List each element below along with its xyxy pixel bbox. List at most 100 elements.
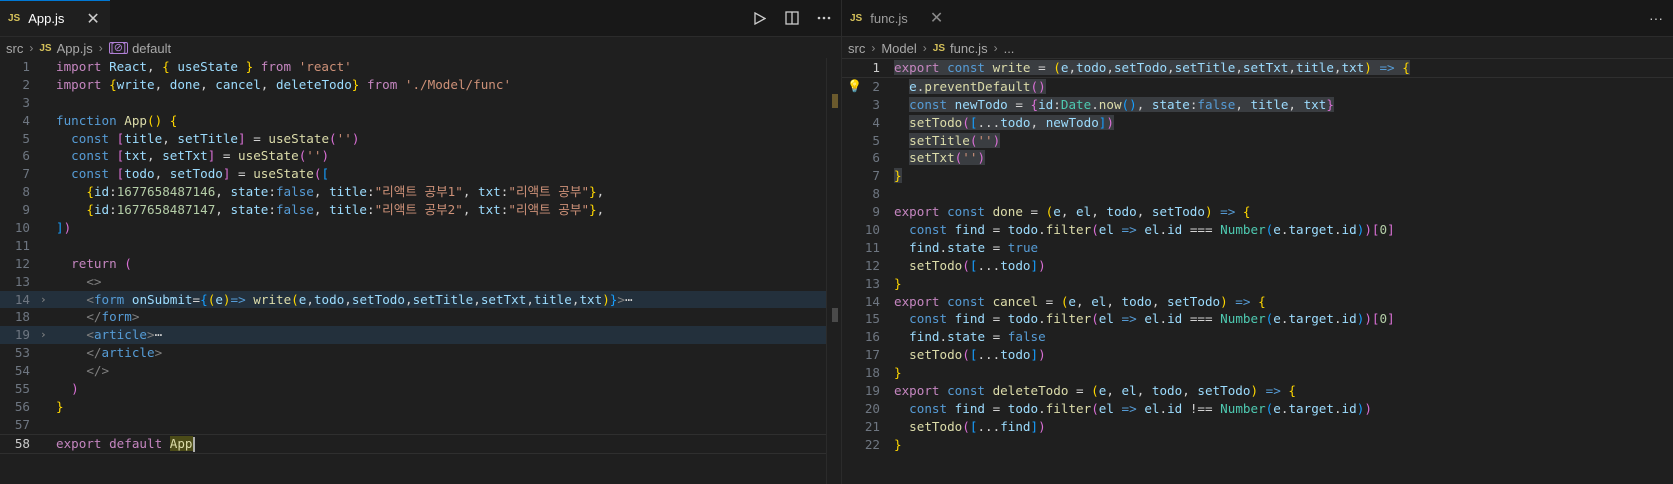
line-number: 12	[14, 255, 30, 271]
code-line[interactable]: 10 const find = todo.filter(el => el.id …	[842, 221, 1673, 239]
breadcrumb-item[interactable]: default	[132, 41, 171, 56]
code-line[interactable]: 14 export const cancel = (e, el, todo, se…	[842, 293, 1673, 311]
code-text: function App() {	[56, 112, 177, 130]
code-token: from	[359, 76, 405, 92]
code-line[interactable]: 2 import {write, done, cancel, deleteTodo…	[0, 76, 841, 94]
code-line[interactable]: 19 › <article>⋯	[0, 326, 841, 345]
close-tab-icon[interactable]: ✕	[930, 8, 943, 28]
code-token: title	[1250, 96, 1289, 112]
code-line[interactable]: 1 import React, { useState } from 'react'	[0, 58, 841, 76]
code-token: write	[253, 291, 292, 307]
code-line[interactable]: 4 setTodo([...todo, newTodo])	[842, 114, 1673, 132]
code-line[interactable]: 5 const [title, setTitle] = useState('')	[0, 130, 841, 148]
code-token: {	[200, 291, 208, 307]
code-line[interactable]: 15 const find = todo.filter(el => el.id …	[842, 310, 1673, 328]
code-token: ,	[1288, 96, 1304, 112]
code-text: const [todo, setTodo] = useState([	[56, 165, 329, 183]
code-token: write	[992, 60, 1031, 75]
line-number: 55	[14, 381, 30, 397]
code-line[interactable]: 57	[0, 416, 841, 434]
code-line[interactable]: 56}	[0, 398, 841, 416]
code-line[interactable]: 7 const [todo, setTodo] = useState([	[0, 165, 841, 183]
code-token: )	[1364, 400, 1372, 416]
code-token: id	[1167, 222, 1183, 238]
code-line[interactable]: 14 › <form onSubmit={(e)=> write(e,todo,s…	[0, 290, 841, 309]
code-line[interactable]: 11	[0, 237, 841, 255]
code-line[interactable]: 17 setTodo([...todo])	[842, 346, 1673, 364]
code-line[interactable]: 11 find.state = true	[842, 239, 1673, 257]
code-line[interactable]: 13}	[842, 275, 1673, 293]
lightbulb-icon[interactable]: 💡	[847, 78, 862, 96]
code-token: ()	[1121, 96, 1137, 112]
code-line[interactable]: 9 {id:1677658487147, state:false, title:…	[0, 201, 841, 219]
breadcrumb-item[interactable]: func.js	[950, 41, 988, 56]
code-text: export const cancel = (e, el, todo, setT…	[894, 293, 1266, 311]
breadcrumb-item[interactable]: src	[848, 41, 865, 56]
more-actions-icon[interactable]: ···	[1647, 9, 1665, 27]
close-tab-icon[interactable]: ✕	[86, 9, 99, 29]
code-token: ,	[1076, 293, 1092, 309]
code-token: id	[93, 184, 110, 200]
code-token: now	[1098, 96, 1122, 112]
code-line[interactable]: 3 const newTodo = {id:Date.now(), state:…	[842, 96, 1673, 114]
tab-app-js[interactable]: JS App.js ✕	[0, 0, 110, 36]
code-token: setTxt	[909, 150, 955, 166]
more-actions-icon[interactable]	[815, 9, 833, 27]
split-editor-icon[interactable]	[783, 9, 801, 27]
code-line[interactable]: 1 export const write = (e,todo,setTodo,se…	[842, 58, 1673, 78]
code-line[interactable]: 53 </article>	[0, 344, 841, 362]
code-line[interactable]: 22}	[842, 436, 1673, 454]
code-editor[interactable]: 1 export const write = (e,todo,setTodo,se…	[842, 58, 1673, 484]
code-line[interactable]: 5 setTitle('')	[842, 132, 1673, 150]
code-editor[interactable]: 1 import React, { useState } from 'react'…	[0, 58, 841, 484]
tab-func-js[interactable]: JS func.js ✕	[842, 0, 956, 36]
code-line[interactable]: 16 find.state = false	[842, 328, 1673, 346]
fold-chevron-icon[interactable]: ›	[40, 291, 47, 309]
code-line[interactable]: 7}	[842, 167, 1673, 185]
code-line[interactable]: 9 export const done = (e, el, todo, setTo…	[842, 203, 1673, 221]
code-line[interactable]: 12 return (	[0, 255, 841, 273]
code-token: id	[1341, 222, 1357, 238]
code-line[interactable]: 19 export const deleteTodo = (e, el, todo…	[842, 382, 1673, 400]
code-token: e	[1273, 222, 1281, 238]
code-token: filter	[1045, 311, 1092, 327]
code-token: ,	[1106, 383, 1122, 399]
code-line[interactable]: 2 💡 e.preventDefault()	[842, 78, 1673, 96]
code-token: ,	[1288, 60, 1296, 75]
line-number: 58	[14, 435, 30, 451]
code-text: setTodo([...todo])	[894, 257, 1046, 275]
code-line[interactable]: 55 )	[0, 380, 841, 398]
breadcrumb-item[interactable]: App.js	[57, 41, 93, 56]
code-token: export	[894, 383, 948, 399]
fold-chevron-icon[interactable]: ›	[40, 326, 47, 344]
breadcrumb-item[interactable]: src	[6, 41, 23, 56]
code-line[interactable]: 58 export default App	[0, 433, 841, 454]
breadcrumb-item[interactable]: ...	[1004, 41, 1015, 56]
code-line[interactable]: 18}	[842, 364, 1673, 382]
code-text: }	[894, 275, 902, 293]
run-icon[interactable]	[751, 9, 769, 27]
code-line[interactable]: 6 const [txt, setTxt] = useState('')	[0, 147, 841, 165]
code-token: =	[230, 166, 254, 182]
code-line[interactable]: 8	[842, 185, 1673, 203]
code-token: {	[1402, 60, 1410, 75]
code-line[interactable]: 4 function App() {	[0, 112, 841, 130]
code-line[interactable]: 54 </>	[0, 362, 841, 380]
code-token: todo	[1000, 257, 1031, 273]
code-line[interactable]: 10])	[0, 219, 841, 237]
scrollbar[interactable]	[826, 58, 841, 484]
code-line[interactable]: 8 {id:1677658487146, state:false, title:…	[0, 183, 841, 201]
code-token: )	[1106, 114, 1114, 130]
code-line[interactable]: 6 setTxt('')	[842, 149, 1673, 167]
code-line[interactable]: 13 <>	[0, 273, 841, 291]
code-line[interactable]: 3	[0, 94, 841, 112]
code-token: deleteTodo	[992, 383, 1069, 399]
code-token: .	[1038, 222, 1046, 238]
code-line[interactable]: 12 setTodo([...todo])	[842, 257, 1673, 275]
code-token: )	[1038, 257, 1046, 273]
breadcrumb-item[interactable]: Model	[881, 41, 916, 56]
code-line[interactable]: 21 setTodo([...find])	[842, 418, 1673, 436]
code-line[interactable]: 20 const find = todo.filter(el => el.id …	[842, 400, 1673, 418]
code-line[interactable]: 18 </form>	[0, 308, 841, 326]
